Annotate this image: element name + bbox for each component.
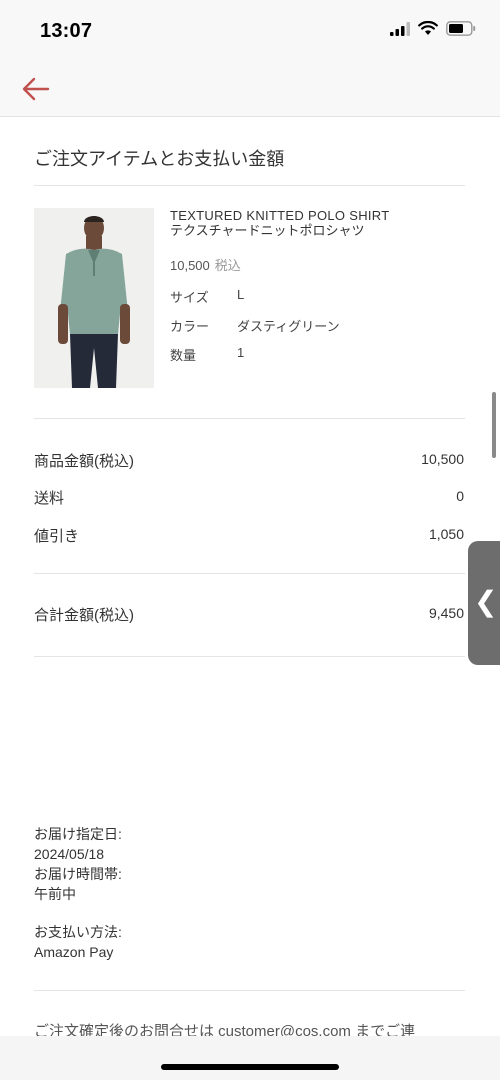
- product-name-en[interactable]: TEXTURED KNITTED POLO SHIRT: [170, 208, 390, 224]
- product-price-row: 10,500 税込: [170, 255, 241, 274]
- status-icons: [390, 21, 476, 36]
- nav-bar: [0, 62, 500, 117]
- wifi-icon: [418, 21, 438, 35]
- color-label: カラー: [170, 319, 210, 334]
- divider: [34, 418, 465, 419]
- home-indicator[interactable]: [161, 1064, 339, 1070]
- payment-method-label: お支払い方法:: [34, 924, 122, 940]
- product-name-ja[interactable]: テクスチャードニットポロシャツ: [170, 223, 364, 239]
- discount-value: 1,050: [428, 526, 464, 542]
- divider: [34, 185, 465, 186]
- total-label: 合計金額(税込): [34, 607, 134, 624]
- scrollbar[interactable]: [492, 392, 496, 458]
- tax-label: 税込: [214, 258, 241, 273]
- delivery-time-value: 午前中: [34, 886, 76, 902]
- subtotal-value: 10,500: [421, 451, 464, 467]
- subtotal-label: 商品金額(税込): [34, 453, 134, 470]
- back-button[interactable]: [20, 72, 54, 106]
- back-arrow-icon: [22, 77, 50, 101]
- shipping-label: 送料: [34, 490, 65, 507]
- bottom-bar: [0, 1036, 500, 1080]
- divider: [34, 990, 465, 991]
- section-title: ご注文アイテムとお支払い金額: [34, 149, 285, 169]
- discount-label: 値引き: [34, 528, 80, 545]
- delivery-date-value: 2024/05/18: [34, 846, 105, 862]
- divider: [34, 656, 465, 657]
- battery-icon: [446, 21, 476, 36]
- chevron-left-icon: ❮: [474, 586, 498, 617]
- divider: [34, 573, 465, 574]
- product-image[interactable]: [34, 208, 154, 388]
- delivery-time-label: お届け時間帯:: [34, 866, 122, 882]
- product-price: 10,500: [170, 258, 210, 273]
- payment-method-value: Amazon Pay: [34, 944, 114, 960]
- status-time: 13:07: [40, 20, 93, 42]
- delivery-date-label: お届け指定日:: [34, 826, 122, 842]
- total-value: 9,450: [428, 605, 464, 621]
- status-bar: 13:07: [0, 0, 500, 62]
- size-value: L: [237, 287, 245, 302]
- shipping-value: 0: [456, 488, 464, 504]
- side-panel-tab[interactable]: ❮: [468, 541, 500, 665]
- product-photo: [34, 208, 154, 388]
- signal-icon: [390, 21, 410, 36]
- quantity-value: 1: [237, 345, 245, 360]
- color-value: ダスティグリーン: [237, 319, 340, 334]
- quantity-label: 数量: [170, 348, 197, 363]
- size-label: サイズ: [170, 290, 209, 305]
